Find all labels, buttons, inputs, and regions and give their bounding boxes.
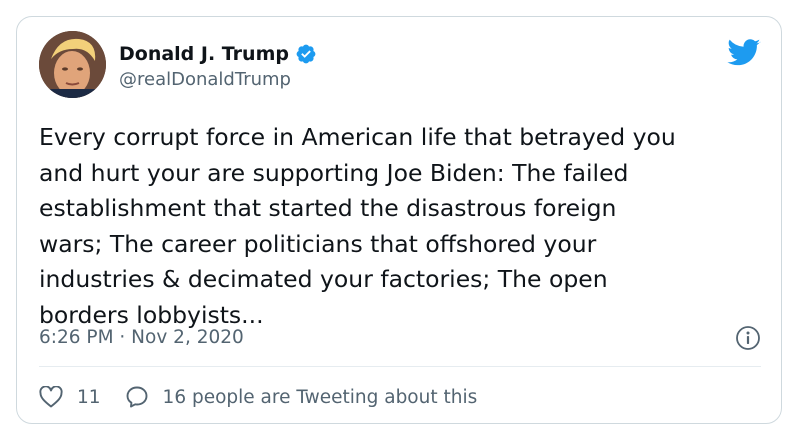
tweet-actions: 11 16 people are Tweeting about this [39, 383, 477, 411]
author-name-row[interactable]: Donald J. Trump [119, 41, 317, 67]
tweet-card[interactable]: Donald J. Trump @realDonaldTrump Every c… [16, 16, 782, 424]
twitter-bird-icon[interactable] [727, 39, 761, 67]
tweet-text: Every corrupt force in American life tha… [39, 123, 676, 329]
heart-icon [39, 386, 63, 408]
author-handle[interactable]: @realDonaldTrump [119, 69, 291, 90]
conversation-label: 16 people are Tweeting about this [162, 386, 478, 408]
speech-bubble-icon [126, 386, 147, 408]
profile-photo-icon [39, 31, 106, 98]
like-count: 11 [77, 386, 101, 408]
author-display-name[interactable]: Donald J. Trump [119, 43, 289, 65]
conversation-button[interactable]: 16 people are Tweeting about this [125, 385, 478, 409]
avatar[interactable] [39, 31, 106, 98]
info-icon[interactable] [735, 325, 761, 351]
verified-badge-icon [296, 44, 316, 64]
divider [39, 366, 761, 367]
like-button[interactable]: 11 [39, 386, 101, 408]
tweet-timestamp[interactable]: 6:26 PM · Nov 2, 2020 [39, 327, 244, 348]
